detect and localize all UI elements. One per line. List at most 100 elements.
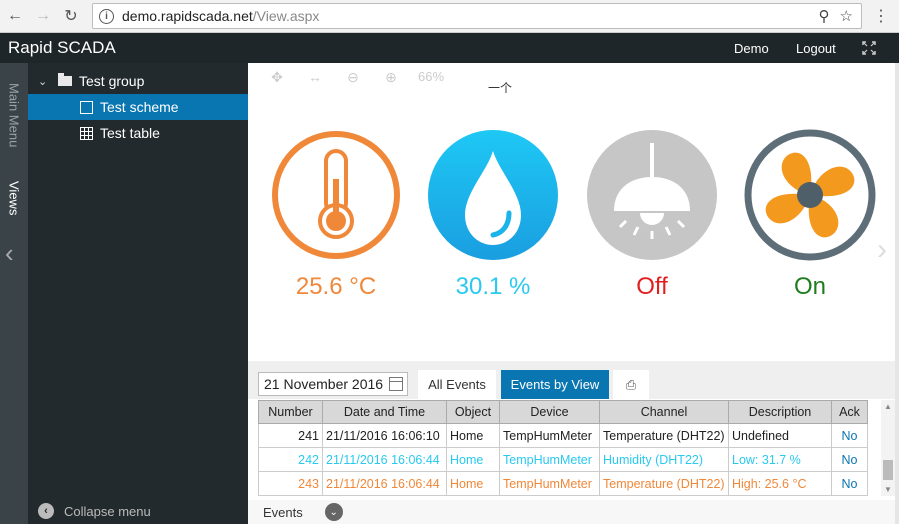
table-row[interactable]: 241 21/11/2016 16:06:10 Home TempHumMeter Te…	[258, 423, 868, 448]
events-toolbar: 21 November 2016 All Events Events by Vi…	[248, 361, 895, 399]
events-footer: Events ⌄	[248, 500, 895, 524]
table-cell: TempHumMeter	[499, 471, 600, 496]
column-header: Channel	[599, 400, 729, 424]
page-scrollbar[interactable]	[895, 63, 899, 524]
table-cell: 21/11/2016 16:06:44	[322, 471, 447, 496]
views-tree: ⌄ Test group Test scheme Test table ‹ Co…	[28, 63, 248, 524]
calendar-icon[interactable]	[389, 377, 403, 391]
fit-screen-icon[interactable]: ✥	[258, 69, 296, 86]
table-cell: Home	[446, 471, 500, 496]
events-panel: 21 November 2016 All Events Events by Vi…	[248, 361, 895, 524]
events-footer-label: Events	[263, 504, 303, 520]
tree-item-label: Test group	[79, 73, 145, 89]
temperature-value: 25.6 °C	[295, 273, 377, 300]
table-cell: TempHumMeter	[499, 447, 600, 472]
table-cell: TempHumMeter	[499, 423, 600, 448]
url-path: /View.aspx	[252, 8, 320, 24]
print-icon[interactable]: ⎙	[613, 370, 649, 399]
chevron-right-icon[interactable]: ›	[877, 233, 887, 267]
lamp-widget[interactable]: Off	[586, 129, 718, 300]
scheme-icon	[80, 100, 93, 114]
date-value: 21 November 2016	[264, 376, 384, 392]
info-icon[interactable]: i	[99, 8, 114, 24]
app-header: Rapid SCADA Demo Logout	[0, 33, 899, 63]
table-cell: 243	[258, 471, 323, 496]
table-cell: Undefined	[728, 423, 832, 448]
chevron-down-icon[interactable]: ⌄	[38, 75, 50, 88]
app-title: Rapid SCADA	[8, 38, 116, 57]
table-cell: Temperature (DHT22)	[599, 471, 729, 496]
table-cell: 241	[258, 423, 323, 448]
tab-all-events[interactable]: All Events	[418, 370, 496, 399]
fullscreen-icon[interactable]	[862, 41, 876, 55]
table-header-row: Number Date and Time Object Device Chann…	[258, 400, 868, 424]
forward-arrow-icon[interactable]: →	[32, 5, 54, 27]
table-cell: Home	[446, 423, 500, 448]
scroll-thumb[interactable]	[883, 460, 893, 480]
events-table: Number Date and Time Object Device Chann…	[258, 400, 868, 496]
scroll-down-icon[interactable]: ▼	[881, 485, 895, 494]
tree-item-test-scheme[interactable]: Test scheme	[28, 94, 248, 120]
humidity-value: 30.1 %	[455, 273, 531, 300]
table-cell: High: 25.6 °C	[728, 471, 832, 496]
ack-link[interactable]: No	[831, 423, 868, 448]
fit-width-icon[interactable]: ↔	[296, 69, 334, 86]
table-icon	[80, 126, 93, 140]
table-cell: 21/11/2016 16:06:10	[322, 423, 447, 448]
scheme-view: ✥ ↔ ⊖ ⊕ 66% 一个 25.6 °C 30.1 % Off On ›	[248, 63, 895, 360]
scheme-text: 一个	[488, 81, 513, 95]
scheme-toolbar: ✥ ↔ ⊖ ⊕ 66%	[258, 69, 444, 86]
tree-item-label: Test scheme	[100, 99, 179, 115]
column-header: Number	[258, 400, 323, 424]
fan-value: On	[793, 273, 826, 300]
browser-menu-icon[interactable]: ⋮	[873, 6, 889, 26]
tree-item-label: Test table	[100, 125, 160, 141]
user-link[interactable]: Demo	[734, 41, 769, 56]
thermometer-icon	[272, 131, 400, 259]
table-cell: Humidity (DHT22)	[599, 447, 729, 472]
events-scrollbar[interactable]: ▲ ▼	[881, 400, 895, 496]
tab-views[interactable]: Views	[0, 175, 28, 221]
fan-icon	[744, 129, 876, 261]
ack-link[interactable]: No	[831, 447, 868, 472]
column-header: Device	[499, 400, 600, 424]
lamp-icon	[587, 130, 717, 260]
table-cell: Low: 31.7 %	[728, 447, 832, 472]
zoom-in-icon[interactable]: ⊕	[372, 69, 410, 86]
table-row[interactable]: 242 21/11/2016 16:06:44 Home TempHumMeter Hu…	[258, 447, 868, 472]
collapse-menu-button[interactable]: ‹ Collapse menu	[38, 503, 151, 519]
temperature-widget[interactable]: 25.6 °C	[270, 129, 402, 300]
side-tab-bar: Main Menu Views ‹	[0, 63, 28, 524]
fan-widget[interactable]: On	[744, 129, 876, 300]
tab-events-by-view[interactable]: Events by View	[501, 370, 609, 399]
url-host: demo.rapidscada.net	[122, 8, 253, 24]
table-row[interactable]: 243 21/11/2016 16:06:44 Home TempHumMeter Te…	[258, 471, 868, 496]
address-bar[interactable]: i demo.rapidscada.net/View.aspx ⚲ ☆	[92, 3, 862, 29]
scroll-up-icon[interactable]: ▲	[881, 402, 895, 411]
tab-main-menu[interactable]: Main Menu	[0, 75, 28, 155]
chevron-down-circle-icon[interactable]: ⌄	[324, 503, 343, 521]
reload-icon[interactable]: ↻	[60, 5, 82, 27]
tree-item-test-group[interactable]: ⌄ Test group	[28, 68, 248, 94]
browser-toolbar: ← → ↻ i demo.rapidscada.net/View.aspx ⚲ …	[0, 0, 899, 33]
collapse-menu-label: Collapse menu	[64, 503, 151, 519]
ack-link[interactable]: No	[831, 471, 868, 496]
back-arrow-icon[interactable]: ←	[4, 5, 26, 27]
humidity-widget[interactable]: 30.1 %	[427, 129, 559, 300]
table-cell: Home	[446, 447, 500, 472]
zoom-out-icon[interactable]: ⊖	[334, 69, 372, 86]
table-cell: 21/11/2016 16:06:44	[322, 447, 447, 472]
logout-link[interactable]: Logout	[796, 41, 836, 56]
table-cell: 242	[258, 447, 323, 472]
chevron-left-icon[interactable]: ‹	[5, 238, 14, 269]
column-header: Description	[728, 400, 832, 424]
bookmark-star-icon[interactable]: ☆	[840, 7, 853, 25]
folder-icon	[58, 73, 72, 86]
column-header: Date and Time	[322, 400, 447, 424]
tree-item-test-table[interactable]: Test table	[28, 120, 248, 146]
column-header: Object	[446, 400, 500, 424]
chevron-left-circle-icon: ‹	[38, 503, 54, 519]
key-icon[interactable]: ⚲	[819, 7, 830, 25]
lamp-value: Off	[636, 273, 668, 300]
date-picker[interactable]: 21 November 2016	[258, 372, 408, 396]
